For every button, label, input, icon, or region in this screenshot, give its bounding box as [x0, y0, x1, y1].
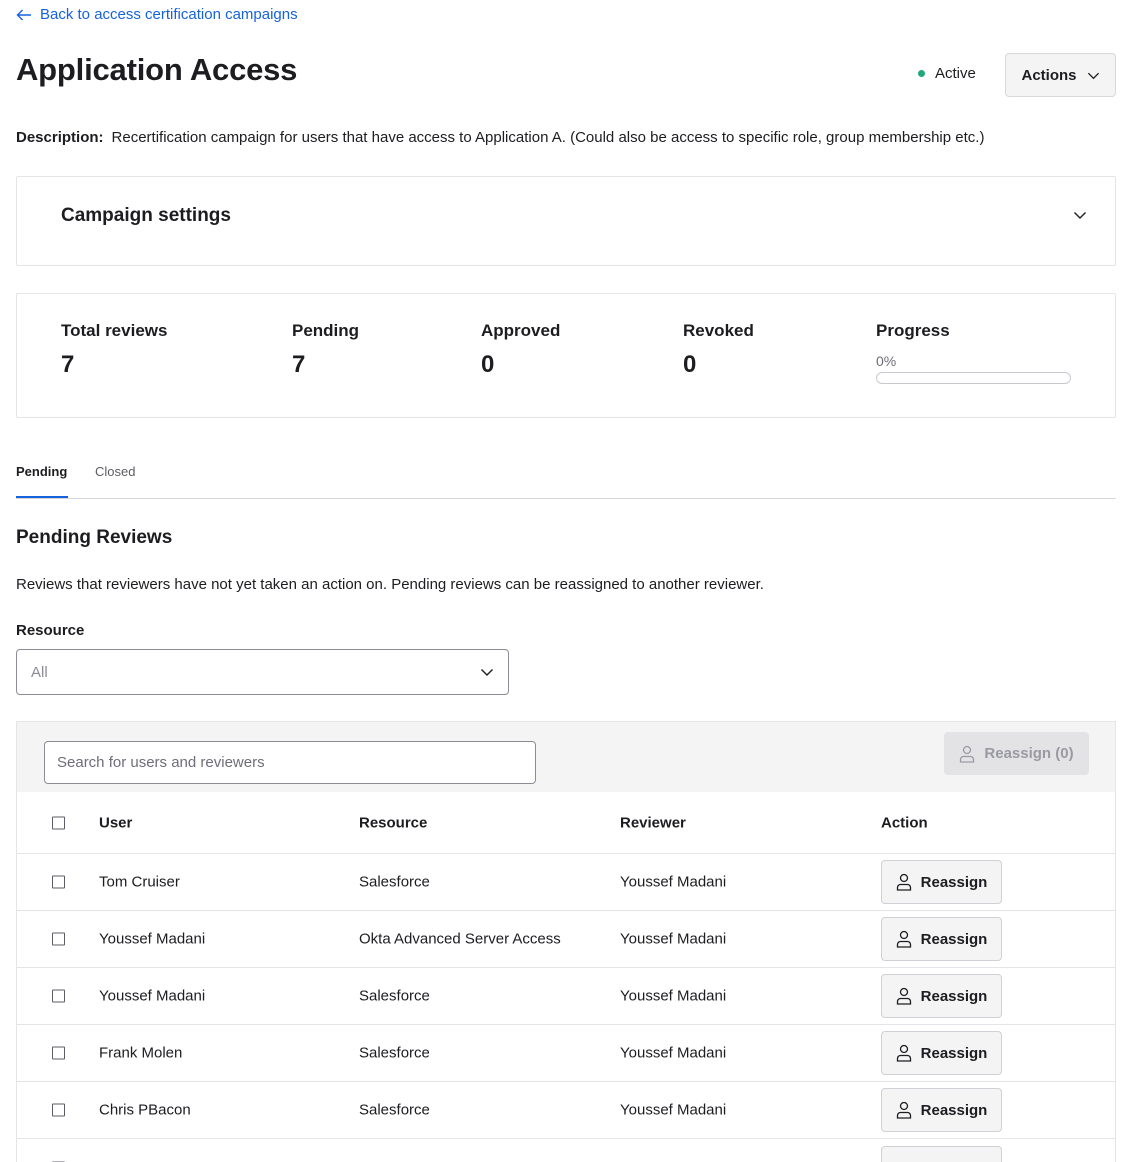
- select-all-checkbox[interactable]: [52, 816, 65, 829]
- column-header-user[interactable]: User: [99, 814, 132, 831]
- resource-cell: Salesforce: [359, 1101, 430, 1119]
- user-cell: Frank Molen: [99, 1044, 183, 1062]
- stat-progress: Progress 0%: [876, 321, 1071, 384]
- reviewer-cell: Youssef Madani: [620, 987, 727, 1005]
- resource-cell: Salesforce: [359, 873, 430, 891]
- stat-pending: Pending 7: [292, 321, 359, 379]
- chevron-down-icon[interactable]: [1073, 208, 1087, 222]
- stat-revoked: Revoked 0: [683, 321, 754, 379]
- row-checkbox[interactable]: [52, 875, 65, 889]
- stat-label: Pending: [292, 321, 360, 340]
- reviewer-cell: Youssef Madani: [620, 1044, 727, 1062]
- user-icon: [896, 873, 911, 891]
- reassign-label: Reassign: [920, 1101, 988, 1119]
- pending-reviews-description: Reviews that reviewers have not yet take…: [16, 576, 764, 593]
- description-text: Recertification campaign for users that …: [111, 129, 985, 146]
- campaign-description: Description: Recertification campaign for…: [16, 129, 984, 146]
- review-stats-panel: Total reviews 7 Pending 7 Approved 0 Rev…: [16, 293, 1116, 418]
- reassign-label: Reassign: [920, 873, 988, 891]
- user-icon: [960, 745, 975, 763]
- resource-cell: Salesforce: [359, 987, 430, 1005]
- status-dot-icon: [918, 70, 925, 77]
- reviewer-cell: Youssef Madani: [620, 930, 727, 948]
- column-header-reviewer[interactable]: Reviewer: [620, 814, 686, 831]
- table-row: [17, 1139, 1115, 1162]
- back-to-campaigns-link[interactable]: Back to access certification campaigns: [16, 6, 298, 23]
- reassign-button[interactable]: Reassign: [881, 917, 1002, 961]
- pending-reviews-table: Reassign (0) User Resource Reviewer Acti…: [16, 721, 1116, 1162]
- chevron-down-icon: [1087, 72, 1099, 79]
- user-icon: [896, 1044, 911, 1062]
- stat-label: Revoked: [683, 321, 754, 340]
- active-tab-indicator: [16, 496, 68, 498]
- resource-filter-select[interactable]: All: [16, 649, 509, 695]
- stat-value: 7: [292, 351, 306, 378]
- reviewer-cell: Youssef Madani: [620, 873, 727, 891]
- bulk-reassign-label: Reassign (0): [984, 745, 1074, 762]
- table-row: Youssef Madani Okta Advanced Server Acce…: [17, 911, 1115, 968]
- user-cell: Tom Cruiser: [99, 873, 180, 891]
- reassign-button[interactable]: Reassign: [881, 860, 1002, 904]
- bulk-reassign-button[interactable]: Reassign (0): [944, 732, 1089, 775]
- status-label: Active: [935, 65, 976, 82]
- stat-value: 0: [683, 351, 697, 378]
- reassign-button[interactable]: [881, 1145, 1002, 1162]
- actions-button[interactable]: Actions: [1005, 53, 1116, 97]
- reviewer-cell: Youssef Madani: [620, 1101, 727, 1119]
- stat-value: 7: [61, 351, 75, 378]
- campaign-settings-panel[interactable]: Campaign settings: [16, 176, 1116, 266]
- table-toolbar: Reassign (0): [17, 722, 1115, 792]
- resource-filter-value: All: [31, 663, 48, 681]
- stat-label: Approved: [481, 321, 561, 340]
- column-header-action: Action: [881, 814, 928, 831]
- reassign-button[interactable]: Reassign: [881, 1031, 1002, 1075]
- column-header-resource[interactable]: Resource: [359, 814, 427, 831]
- row-checkbox[interactable]: [52, 989, 65, 1003]
- user-cell: Youssef Madani: [99, 930, 206, 948]
- progress-percent: 0%: [876, 353, 897, 369]
- review-tabs: Pending Closed: [16, 455, 1116, 499]
- user-icon: [896, 987, 911, 1005]
- user-cell: Youssef Madani: [99, 987, 206, 1005]
- reassign-label: Reassign: [920, 987, 988, 1005]
- stat-value: 0: [481, 351, 495, 378]
- reassign-label: Reassign: [920, 1044, 988, 1062]
- resource-filter-label: Resource: [16, 622, 85, 639]
- reassign-label: Reassign: [920, 930, 988, 948]
- stat-total-reviews: Total reviews 7: [61, 321, 167, 379]
- tab-closed[interactable]: Closed: [95, 464, 135, 479]
- chevron-down-icon: [481, 669, 493, 676]
- pending-reviews-title: Pending Reviews: [16, 527, 173, 548]
- table-header: User Resource Reviewer Action: [17, 792, 1115, 854]
- table-row: Chris PBacon Salesforce Youssef Madani R…: [17, 1082, 1115, 1139]
- arrow-left-icon: [16, 9, 31, 20]
- resource-cell: Salesforce: [359, 1044, 430, 1062]
- search-input[interactable]: [44, 741, 536, 784]
- table-row: Youssef Madani Salesforce Youssef Madani…: [17, 968, 1115, 1025]
- table-row: Tom Cruiser Salesforce Youssef Madani Re…: [17, 854, 1115, 911]
- reassign-button[interactable]: Reassign: [881, 974, 1002, 1018]
- status-badge: Active: [918, 65, 976, 82]
- campaign-settings-title: Campaign settings: [61, 205, 231, 226]
- stat-label: Total reviews: [61, 321, 168, 340]
- row-checkbox[interactable]: [52, 1046, 65, 1060]
- back-link-label: Back to access certification campaigns: [40, 6, 298, 23]
- stat-label: Progress: [876, 321, 950, 340]
- tab-pending[interactable]: Pending: [16, 464, 67, 479]
- stat-approved: Approved 0: [481, 321, 560, 379]
- user-icon: [896, 1101, 911, 1119]
- user-icon: [896, 930, 911, 948]
- user-cell: Chris PBacon: [99, 1101, 191, 1119]
- page-title: Application Access: [16, 52, 298, 87]
- reassign-button[interactable]: Reassign: [881, 1088, 1002, 1132]
- row-checkbox[interactable]: [52, 1103, 65, 1117]
- table-row: Frank Molen Salesforce Youssef Madani Re…: [17, 1025, 1115, 1082]
- description-label: Description:: [16, 129, 104, 146]
- row-checkbox[interactable]: [52, 932, 65, 946]
- resource-cell: Okta Advanced Server Access: [359, 930, 561, 948]
- actions-button-label: Actions: [1021, 66, 1077, 84]
- progress-bar: [876, 372, 1071, 384]
